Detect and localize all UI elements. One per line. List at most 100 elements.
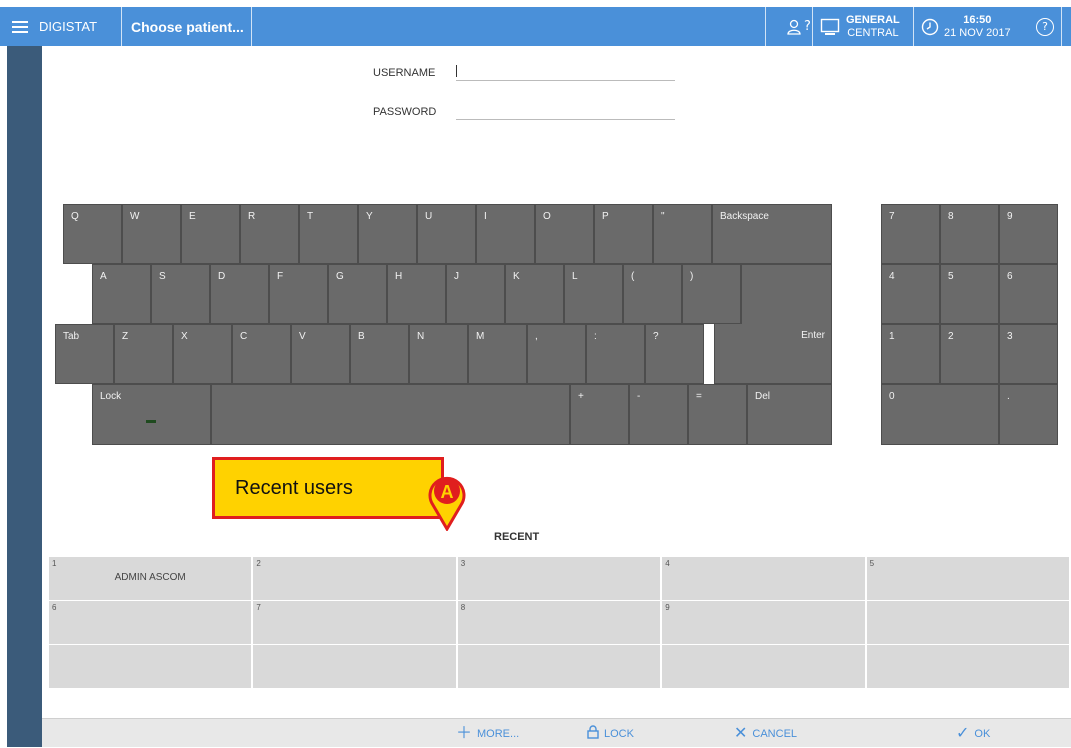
cell-number: 7 <box>256 603 261 613</box>
key-r2-7[interactable]: K <box>505 264 564 324</box>
key-r2-9[interactable]: ( <box>623 264 682 324</box>
more-button[interactable]: ＋ MORE... <box>456 719 519 748</box>
key-label: ( <box>631 271 635 282</box>
key-r3-9[interactable]: : <box>586 324 645 384</box>
key-r2-10[interactable]: ) <box>682 264 741 324</box>
key-7[interactable]: I <box>476 204 535 264</box>
key-r3-10[interactable]: ? <box>645 324 704 384</box>
numpad-key[interactable]: 4 <box>881 264 940 324</box>
key-r2-8[interactable]: L <box>564 264 623 324</box>
enter-key[interactable]: Enter <box>714 324 832 384</box>
more-label: MORE... <box>477 727 520 740</box>
cancel-button[interactable]: ✕ CANCEL <box>734 719 797 748</box>
lock-button[interactable]: LOCK <box>587 719 634 748</box>
username-field[interactable] <box>456 80 675 81</box>
help-button[interactable]: ? <box>1036 7 1054 46</box>
key-r3-7[interactable]: M <box>468 324 527 384</box>
key-r4-0[interactable]: + <box>570 384 629 445</box>
key-r2-0[interactable]: A <box>92 264 151 324</box>
key-r2-4[interactable]: G <box>328 264 387 324</box>
recent-user-cell[interactable]: 4 <box>662 557 865 600</box>
numpad-dot-key[interactable]: . <box>999 384 1058 445</box>
key-label: F <box>277 271 284 282</box>
recent-user-cell[interactable]: 8 <box>457 601 661 644</box>
numpad-zero-key[interactable]: 0 <box>881 384 999 445</box>
recent-user-cell[interactable]: 9 <box>662 601 865 644</box>
recent-user-cell[interactable] <box>866 601 1069 644</box>
menu-icon[interactable] <box>12 7 32 46</box>
recent-user-cell[interactable] <box>253 645 456 689</box>
key-r2-2[interactable]: D <box>210 264 269 324</box>
date-text: 21 NOV 2017 <box>944 26 1011 39</box>
key-r3-6[interactable]: N <box>409 324 468 384</box>
key-r3-3[interactable]: C <box>232 324 291 384</box>
recent-user-cell[interactable]: 3 <box>457 557 661 600</box>
key-label: ? <box>653 331 659 342</box>
recent-user-cell[interactable]: 2 <box>253 557 456 600</box>
cell-number: 8 <box>460 603 466 613</box>
ward-selector[interactable]: GENERAL CENTRAL <box>846 7 900 46</box>
key-r3-0[interactable]: Tab <box>55 324 114 384</box>
recent-title: RECENT <box>494 531 540 543</box>
key-r3-4[interactable]: V <box>291 324 350 384</box>
recent-user-cell[interactable]: 7 <box>253 601 456 644</box>
numpad-key[interactable]: 5 <box>940 264 999 324</box>
spacebar-key[interactable] <box>211 384 570 445</box>
key-label: . <box>1007 391 1010 402</box>
key-4[interactable]: T <box>299 204 358 264</box>
delete-key[interactable]: Del <box>747 384 832 445</box>
key-r3-1[interactable]: Z <box>114 324 173 384</box>
numpad-key[interactable]: 6 <box>999 264 1058 324</box>
header-divider <box>121 7 122 46</box>
enter-key[interactable] <box>741 264 832 325</box>
numpad-key[interactable]: 2 <box>940 324 999 384</box>
recent-user-cell[interactable]: 1 ADMIN ASCOM <box>49 557 252 600</box>
key-label: C <box>240 331 248 342</box>
numpad-key[interactable]: 9 <box>999 204 1058 264</box>
key-8[interactable]: O <box>535 204 594 264</box>
cell-number: 5 <box>869 559 875 568</box>
key-r2-1[interactable]: S <box>151 264 210 324</box>
key-r4-1[interactable]: - <box>629 384 688 445</box>
key-label: Y <box>366 211 373 222</box>
choose-patient-button[interactable]: Choose patient... <box>131 7 244 46</box>
key-r4-2[interactable]: = <box>688 384 747 445</box>
numpad-key[interactable]: 7 <box>881 204 940 264</box>
recent-user-cell[interactable] <box>49 645 252 689</box>
key-label: 4 <box>889 271 895 282</box>
user-icon <box>787 19 801 35</box>
key-r2-5[interactable]: H <box>387 264 446 324</box>
key-2[interactable]: E <box>181 204 240 264</box>
recent-user-cell[interactable] <box>662 645 865 689</box>
numpad-key[interactable]: 3 <box>999 324 1058 384</box>
numpad-key[interactable]: 8 <box>940 204 999 264</box>
numpad-key[interactable]: 1 <box>881 324 940 384</box>
recent-user-cell[interactable] <box>457 645 661 689</box>
key-0[interactable]: Q <box>63 204 122 264</box>
lock-key[interactable]: Lock <box>92 384 211 445</box>
password-field[interactable] <box>456 119 675 120</box>
key-6[interactable]: U <box>417 204 476 264</box>
key-1[interactable]: W <box>122 204 181 264</box>
backspace-key[interactable]: Backspace <box>712 204 832 264</box>
ok-button[interactable]: ✓ OK <box>956 719 990 748</box>
user-button[interactable]: ? <box>787 7 811 46</box>
key-3[interactable]: R <box>240 204 299 264</box>
key-9[interactable]: P <box>594 204 653 264</box>
text-cursor <box>456 65 457 77</box>
key-label: , <box>535 331 538 342</box>
help-icon: ? <box>1036 17 1054 36</box>
recent-user-cell[interactable]: 6 <box>49 601 252 644</box>
key-label: A <box>100 271 107 282</box>
key-r2-6[interactable]: J <box>446 264 505 324</box>
key-r3-8[interactable]: , <box>527 324 586 384</box>
key-r2-3[interactable]: F <box>269 264 328 324</box>
recent-user-cell[interactable]: 5 <box>866 557 1069 600</box>
date-time: 16:50 21 NOV 2017 <box>944 7 1011 46</box>
key-5[interactable]: Y <box>358 204 417 264</box>
key-r3-5[interactable]: B <box>350 324 409 384</box>
key-10[interactable]: " <box>653 204 712 264</box>
key-r3-2[interactable]: X <box>173 324 232 384</box>
recent-user-cell[interactable] <box>866 645 1069 689</box>
plus-icon: ＋ <box>456 724 473 742</box>
